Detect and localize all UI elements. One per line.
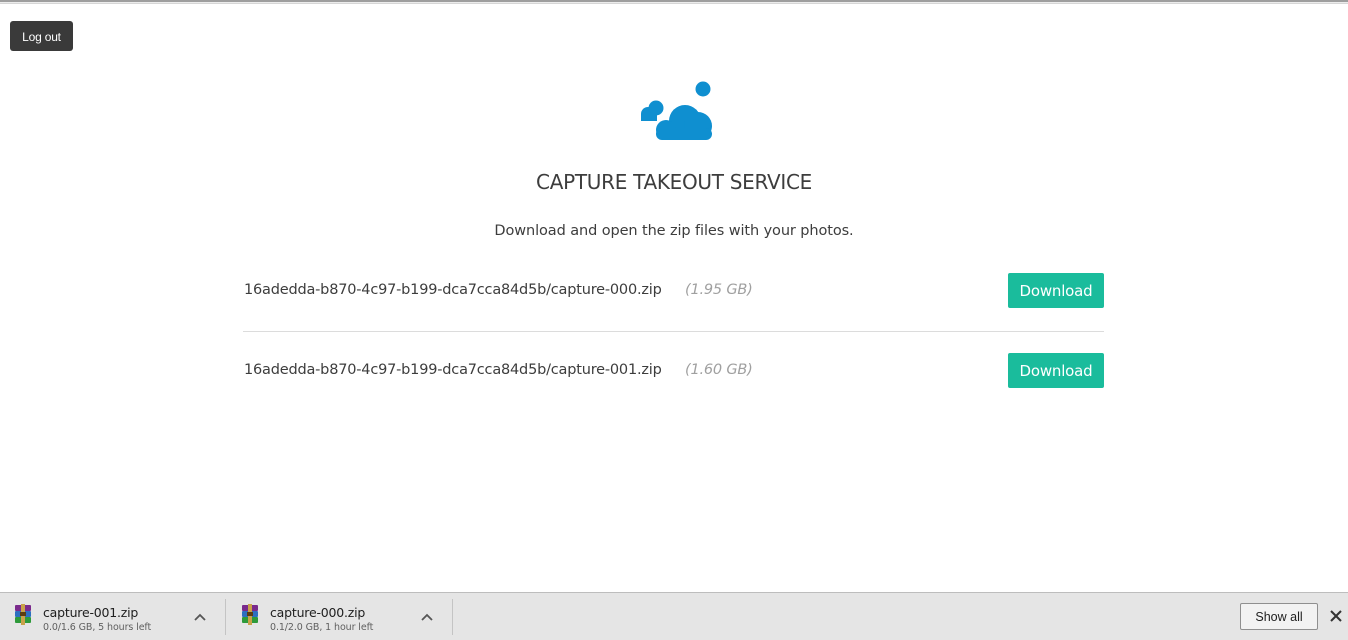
cloud-logo-icon <box>641 81 712 140</box>
show-all-button[interactable]: Show all <box>1240 603 1318 630</box>
close-icon[interactable] <box>1327 607 1345 625</box>
download-button[interactable]: Download <box>1008 353 1104 388</box>
winrar-archive-icon <box>15 604 31 625</box>
download-item-capture-000[interactable]: capture-000.zip 0.1/2.0 GB, 1 hour left <box>227 599 453 635</box>
file-name: 16adedda-b870-4c97-b199-dca7cca84d5b/cap… <box>244 362 662 378</box>
file-size: (1.95 GB) <box>685 282 753 298</box>
chevron-up-icon[interactable] <box>190 607 210 627</box>
download-button[interactable]: Download <box>1008 273 1104 308</box>
download-item-status: 0.1/2.0 GB, 1 hour left <box>270 622 374 633</box>
download-item-status: 0.0/1.6 GB, 5 hours left <box>43 622 152 633</box>
chevron-up-icon[interactable] <box>417 607 437 627</box>
file-row: 16adedda-b870-4c97-b199-dca7cca84d5b/cap… <box>243 331 1104 411</box>
winrar-archive-icon <box>242 604 258 625</box>
file-name: 16adedda-b870-4c97-b199-dca7cca84d5b/cap… <box>244 282 662 298</box>
page-title: CAPTURE TAKEOUT SERVICE <box>536 170 812 194</box>
download-item-capture-001[interactable]: capture-001.zip 0.0/1.6 GB, 5 hours left <box>0 599 226 635</box>
logout-button[interactable]: Log out <box>10 21 73 51</box>
window-top-border <box>0 0 1348 4</box>
shelf-separator <box>225 599 226 635</box>
file-list: 16adedda-b870-4c97-b199-dca7cca84d5b/cap… <box>243 251 1104 411</box>
download-shelf: capture-001.zip 0.0/1.6 GB, 5 hours left… <box>0 592 1348 640</box>
file-row: 16adedda-b870-4c97-b199-dca7cca84d5b/cap… <box>243 251 1104 331</box>
download-item-name: capture-000.zip <box>270 605 366 620</box>
shelf-separator <box>452 599 453 635</box>
download-item-name: capture-001.zip <box>43 605 139 620</box>
file-size: (1.60 GB) <box>685 362 753 378</box>
page-subtitle: Download and open the zip files with you… <box>494 223 854 239</box>
